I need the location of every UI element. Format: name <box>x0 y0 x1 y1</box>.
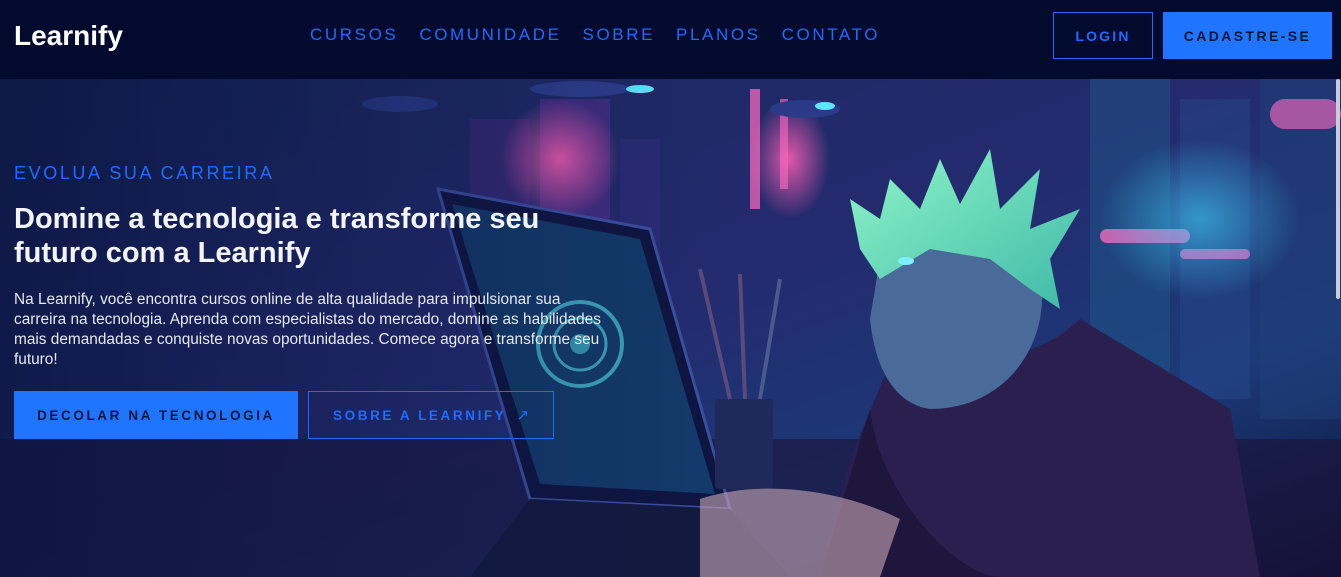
nav-item-sobre[interactable]: SOBRE <box>583 25 656 45</box>
site-header: Learnify CURSOS COMUNIDADE SOBRE PLANOS … <box>0 0 1341 79</box>
arrow-up-right-icon: ↗ <box>516 407 529 424</box>
nav-item-cursos[interactable]: CURSOS <box>310 25 398 45</box>
nav-item-contato[interactable]: CONTATO <box>782 25 880 45</box>
primary-cta-button[interactable]: DECOLAR NA TECNOLOGIA <box>14 391 298 439</box>
main-nav: CURSOS COMUNIDADE SOBRE PLANOS CONTATO <box>310 25 880 45</box>
about-learnify-label: SOBRE A LEARNIFY <box>333 407 507 423</box>
hero-title: Domine a tecnologia e transforme seu fut… <box>14 203 540 269</box>
logo[interactable]: Learnify <box>14 20 123 52</box>
page-scrollbar[interactable] <box>1336 79 1340 299</box>
signup-button[interactable]: CADASTRE-SE <box>1163 12 1332 59</box>
hero-description: Na Learnify, você encontra cursos online… <box>14 291 601 368</box>
about-learnify-button[interactable]: SOBRE A LEARNIFY ↗ <box>308 391 554 439</box>
hero-eyebrow: EVOLUA SUA CARREIRA <box>14 163 275 183</box>
login-button[interactable]: LOGIN <box>1053 12 1153 59</box>
nav-item-comunidade[interactable]: COMUNIDADE <box>419 25 561 45</box>
nav-item-planos[interactable]: PLANOS <box>676 25 761 45</box>
